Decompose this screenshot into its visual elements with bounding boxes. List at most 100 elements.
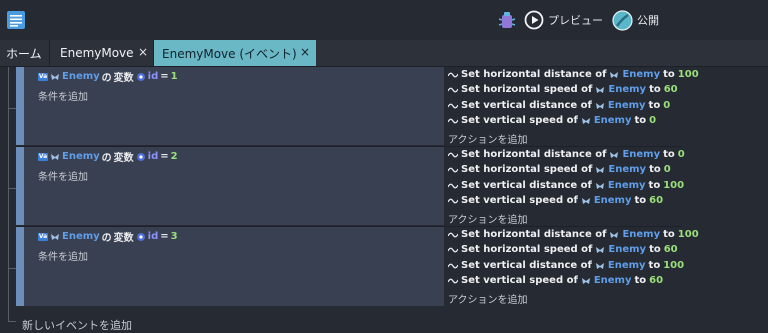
action-text: Set vertical distance of [461, 100, 592, 111]
to-text: to [648, 100, 661, 111]
close-icon[interactable]: × [300, 45, 310, 59]
conditions-panel[interactable]: Va Enemy の 変数 id = 2 条件を追加 [24, 147, 444, 225]
action-row[interactable]: Set horizontal distance of Enemy to 100 [448, 69, 699, 80]
wave-icon [448, 232, 458, 237]
conditions-panel[interactable]: Va Enemy の 変数 id = 3 条件を追加 [24, 227, 444, 306]
add-event-button[interactable]: 新しいイベントを追加 [22, 317, 132, 333]
wave-icon [448, 103, 458, 108]
condition-value: 1 [170, 71, 178, 82]
event-block[interactable]: Va Enemy の 変数 id = 2 条件を追加 Set horizonta… [16, 147, 685, 226]
condition-row[interactable]: Va Enemy の 変数 id = 1 [38, 69, 178, 84]
action-text: Set horizontal speed of [461, 84, 593, 95]
enemy-sprite-icon [581, 117, 590, 124]
operator: = [160, 151, 169, 162]
to-text: to [648, 180, 661, 191]
object-name: Enemy [608, 244, 647, 255]
object-name: Enemy [593, 195, 632, 206]
add-condition-button[interactable]: 条件を追加 [38, 168, 88, 183]
tree-branch [8, 188, 16, 189]
action-value: 0 [663, 100, 671, 111]
to-text: to [649, 244, 661, 255]
action-text: Set horizontal distance of [461, 149, 607, 160]
action-value: 100 [677, 229, 699, 240]
enemy-sprite-icon [610, 151, 619, 158]
bug-icon[interactable] [498, 10, 516, 30]
add-action-button[interactable]: アクションを追加 [448, 211, 528, 226]
variable-badge-icon: Va [38, 152, 48, 161]
object-name: Enemy [608, 164, 647, 175]
to-text: to [663, 69, 675, 80]
action-row[interactable]: Set horizontal speed of Enemy to 60 [448, 244, 678, 255]
event-sheet: Va Enemy の 変数 id = 1 条件を追加 Set horizonta… [0, 67, 768, 333]
action-value: 100 [677, 69, 699, 80]
tab-label: ホーム [6, 46, 42, 61]
conditions-panel[interactable]: Va Enemy の 変数 id = 1 条件を追加 [24, 67, 444, 145]
object-name: Enemy [62, 71, 100, 82]
wave-icon [448, 183, 458, 188]
action-row[interactable]: Set horizontal speed of Enemy to 60 [448, 84, 678, 95]
enemy-sprite-icon [610, 71, 619, 78]
event-block[interactable]: Va Enemy の 変数 id = 1 条件を追加 Set horizonta… [16, 67, 699, 146]
preview-button[interactable]: プレビュー [524, 9, 603, 31]
event-block[interactable]: Va Enemy の 変数 id = 3 条件を追加 Set horizonta… [16, 227, 699, 306]
document-list-icon[interactable] [6, 10, 26, 30]
tab-bar: ホーム EnemyMove × EnemyMove (イベント) × [0, 40, 768, 67]
event-drag-handle[interactable] [16, 67, 24, 145]
object-name: Enemy [622, 69, 661, 80]
action-row[interactable]: Set horizontal distance of Enemy to 100 [448, 229, 699, 240]
action-row[interactable]: Set vertical speed of Enemy to 60 [448, 195, 663, 206]
action-row[interactable]: Set vertical distance of Enemy to 0 [448, 100, 670, 111]
enemy-sprite-icon [51, 233, 59, 240]
add-action-button[interactable]: アクションを追加 [448, 131, 528, 146]
add-condition-button[interactable]: 条件を追加 [38, 88, 88, 103]
enemy-sprite-icon [596, 166, 605, 173]
action-row[interactable]: Set vertical distance of Enemy to 100 [448, 260, 684, 271]
tab-home[interactable]: ホーム [0, 40, 50, 66]
condition-row[interactable]: Va Enemy の 変数 id = 3 [38, 229, 178, 244]
action-row[interactable]: Set vertical speed of Enemy to 60 [448, 275, 663, 286]
condition-row[interactable]: Va Enemy の 変数 id = 2 [38, 149, 178, 164]
tab-enemymove[interactable]: EnemyMove × [50, 40, 154, 66]
event-drag-handle[interactable] [16, 227, 24, 306]
enemy-sprite-icon [596, 86, 605, 93]
close-icon[interactable]: × [138, 45, 148, 59]
tab-enemymove-events[interactable]: EnemyMove (イベント) × [154, 40, 316, 66]
action-row[interactable]: Set vertical speed of Enemy to 0 [448, 115, 656, 126]
action-row[interactable]: Set horizontal distance of Enemy to 0 [448, 149, 685, 160]
actions-panel[interactable]: Set horizontal distance of Enemy to 100 … [444, 227, 699, 306]
to-text: to [663, 149, 675, 160]
action-row[interactable]: Set horizontal speed of Enemy to 0 [448, 164, 671, 175]
preview-label: プレビュー [548, 14, 603, 27]
add-condition-button[interactable]: 条件を追加 [38, 248, 88, 263]
action-value: 100 [663, 180, 685, 191]
tab-label: EnemyMove (イベント) [162, 46, 297, 61]
actions-panel[interactable]: Set horizontal distance of Enemy to 0 Se… [444, 147, 685, 226]
publish-button[interactable]: 公開 [612, 9, 659, 31]
action-row[interactable]: Set vertical distance of Enemy to 100 [448, 180, 684, 191]
actions-panel[interactable]: Set horizontal distance of Enemy to 100 … [444, 67, 699, 146]
enemy-sprite-icon [595, 182, 604, 189]
tab-label: EnemyMove [60, 46, 134, 60]
action-text: Set vertical speed of [461, 115, 578, 126]
action-text: Set horizontal speed of [461, 244, 593, 255]
wave-icon [448, 278, 458, 283]
wave-icon [448, 198, 458, 203]
object-name: Enemy [62, 231, 100, 242]
action-value: 60 [663, 84, 678, 95]
variable-badge-icon: Va [38, 232, 48, 241]
enemy-sprite-icon [581, 277, 590, 284]
to-text: to [634, 195, 647, 206]
to-text: to [663, 229, 675, 240]
object-name: Enemy [593, 275, 632, 286]
wave-icon [448, 87, 458, 92]
object-name: Enemy [607, 260, 646, 271]
operator: = [160, 231, 169, 242]
event-drag-handle[interactable] [16, 147, 24, 225]
action-text: Set horizontal distance of [461, 69, 607, 80]
object-name: Enemy [593, 115, 632, 126]
tree-branch [8, 268, 16, 269]
add-action-button[interactable]: アクションを追加 [448, 291, 528, 306]
object-name: Enemy [622, 149, 661, 160]
action-value: 0 [663, 164, 671, 175]
wave-icon [448, 167, 458, 172]
